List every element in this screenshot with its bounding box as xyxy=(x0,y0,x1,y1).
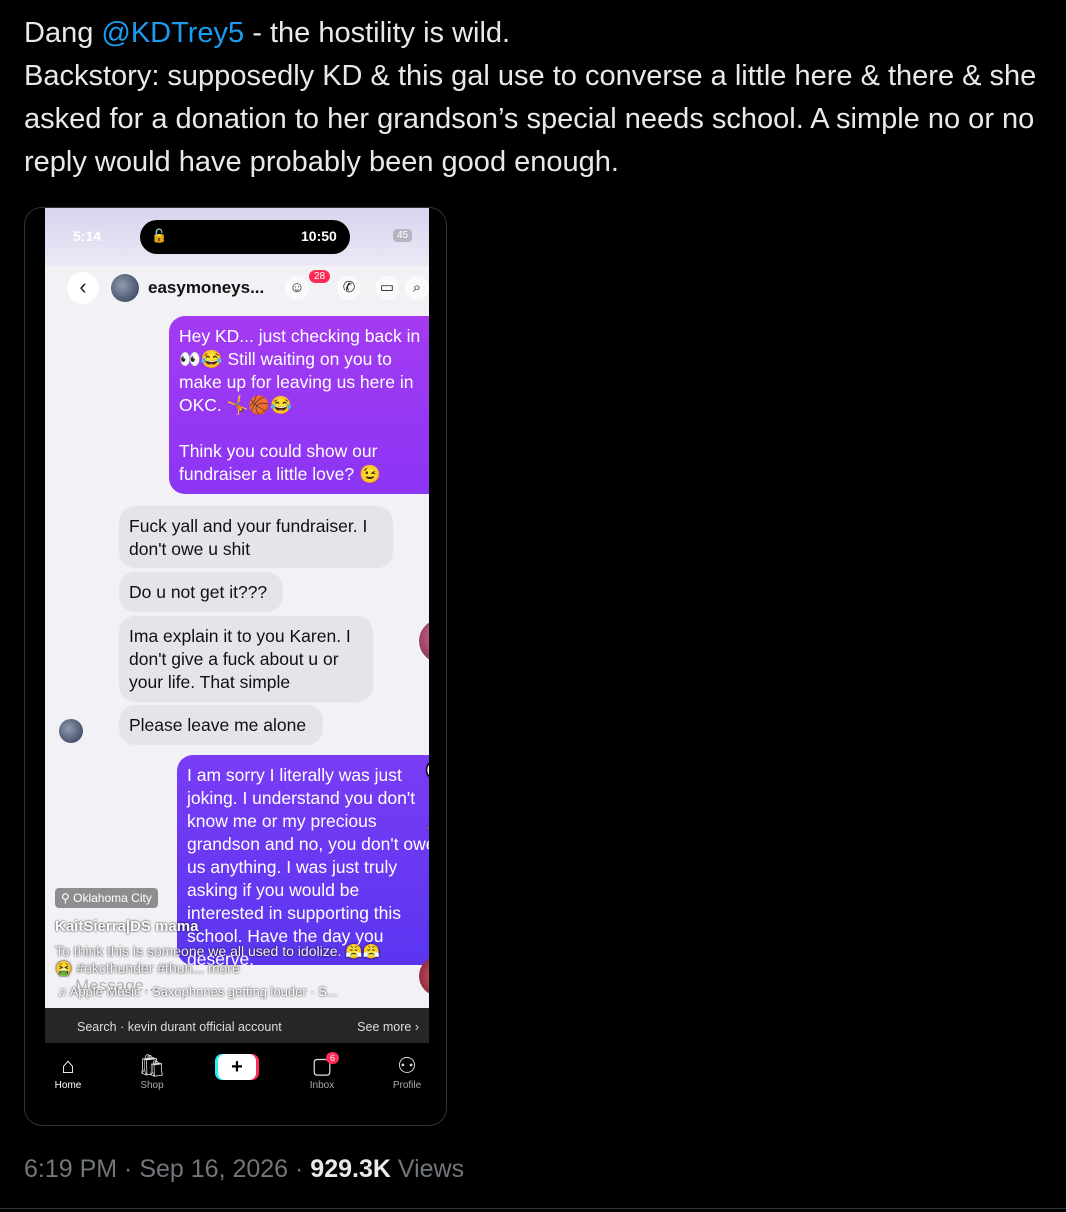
save-count: 54 xyxy=(421,858,429,869)
sender-avatar xyxy=(59,719,83,743)
message-bubble-outgoing: I am sorry I literally was just joking. … xyxy=(177,755,429,969)
nav-profile-label: Profile xyxy=(392,1080,422,1091)
comment-icon[interactable]: 💬 xyxy=(423,758,429,787)
tweet-time[interactable]: 6:19 PM xyxy=(24,1155,117,1183)
video-caption[interactable]: To think this is someone we all used to … xyxy=(55,943,385,977)
location-label: Oklahoma City xyxy=(73,891,152,905)
profile-icon: ⚇ xyxy=(397,1053,417,1078)
nav-profile[interactable]: ⚇ Profile xyxy=(377,1052,437,1091)
message-bubble-incoming: Ima explain it to you Karen. I don't giv… xyxy=(119,616,373,702)
meta-separator: · xyxy=(288,1155,311,1183)
message-bubble-incoming: Do u not get it??? xyxy=(119,572,283,612)
share-count: 422 xyxy=(421,922,429,933)
status-time: 10:50 xyxy=(301,228,337,244)
search-query: Search · kevin durant official account xyxy=(77,1020,282,1034)
battery-icon: 45 xyxy=(393,229,413,242)
see-more-label: See more xyxy=(357,1020,412,1034)
notification-badge: 28 xyxy=(309,270,331,283)
bookmark-icon[interactable]: 🔖 xyxy=(423,823,429,852)
mention-link[interactable]: @KDTrey5 xyxy=(101,17,244,49)
tweet-text-prefix: Dang xyxy=(24,17,102,49)
status-bar: 5:14 🔓 10:50 45 xyxy=(45,208,429,266)
bottom-nav: ⌂ Home 🛍 Shop + ▢ 6 Inbox ⚇ Profile xyxy=(25,1046,446,1106)
plus-icon: + xyxy=(218,1054,256,1080)
creator-username[interactable]: KaitSierra|DS mama xyxy=(55,918,198,935)
inbox-badge: 6 xyxy=(326,1052,340,1064)
heart-icon[interactable]: ♡ xyxy=(423,692,429,721)
nav-home-label: Home xyxy=(54,1080,82,1091)
creator-avatar[interactable] xyxy=(418,618,429,664)
tweet-media-video[interactable]: 5:14 🔓 10:50 45 ‹ easymoneys... ☺ 28 ✆ ▭… xyxy=(24,207,447,1126)
create-button[interactable]: + xyxy=(207,1052,267,1080)
home-icon: ⌂ xyxy=(61,1053,75,1078)
like-count: 566 xyxy=(421,728,429,739)
tweet-line-1: Dang @KDTrey5 - the hostility is wild. xyxy=(24,12,1044,55)
see-more-link[interactable]: See more › xyxy=(357,1020,419,1034)
nav-home[interactable]: ⌂ Home xyxy=(38,1052,98,1091)
search-icon[interactable]: ⌕ xyxy=(405,276,429,300)
lock-icon: 🔓 xyxy=(151,228,168,243)
tweet-text-suffix: - the hostility is wild. xyxy=(244,17,511,49)
location-tag[interactable]: ⚲ Oklahoma City xyxy=(55,888,158,908)
comment-count: 122 xyxy=(421,793,429,804)
shop-bag-icon: 🛍 xyxy=(138,1053,166,1078)
chat-name[interactable]: easymoneys... xyxy=(148,278,264,298)
views-label: Views xyxy=(390,1155,465,1183)
message-bubble-incoming: Fuck yall and your fundraiser. I don't o… xyxy=(119,506,393,568)
music-label[interactable]: ♫ Apple Music · Saxophones getting loude… xyxy=(57,984,338,999)
meta-separator: · xyxy=(117,1155,140,1183)
nav-inbox[interactable]: ▢ 6 Inbox xyxy=(292,1052,352,1091)
views-count[interactable]: 929.3K xyxy=(310,1155,391,1183)
nav-shop[interactable]: 🛍 Shop xyxy=(122,1052,182,1091)
music-text: Apple Music · Saxophones getting louder … xyxy=(69,984,338,999)
status-time-left: 5:14 xyxy=(73,228,102,244)
share-icon[interactable]: ➦ xyxy=(423,888,429,917)
video-call-icon[interactable]: ▭ xyxy=(375,276,399,300)
back-arrow-icon[interactable]: ‹ xyxy=(67,272,99,304)
nav-shop-label: Shop xyxy=(140,1080,164,1091)
tweet-date[interactable]: Sep 16, 2026 xyxy=(139,1155,288,1183)
inbox-icon: ▢ xyxy=(311,1053,333,1078)
nav-inbox-label: Inbox xyxy=(309,1080,335,1091)
tweet-meta: 6:19 PM · Sep 16, 2026 · 929.3K Views xyxy=(24,1155,464,1184)
message-bubble-incoming: Please leave me alone xyxy=(119,705,323,745)
tweet-text: Dang @KDTrey5 - the hostility is wild. B… xyxy=(24,12,1044,184)
stickers-icon[interactable]: ☺ xyxy=(285,276,309,300)
divider xyxy=(0,1208,1066,1209)
message-bubble-outgoing: Hey KD... just checking back in 👀😂 Still… xyxy=(169,316,429,494)
chat-header: ‹ easymoneys... ☺ 28 ✆ ▭ ⌕ xyxy=(45,270,429,310)
search-bar[interactable]: Search · kevin durant official account S… xyxy=(45,1008,429,1043)
tweet-body: Backstory: supposedly KD & this gal use … xyxy=(24,60,1037,178)
avatar[interactable] xyxy=(111,274,139,302)
phone-icon[interactable]: ✆ xyxy=(337,276,361,300)
tiktok-video-frame[interactable]: 5:14 🔓 10:50 45 ‹ easymoneys... ☺ 28 ✆ ▭… xyxy=(45,208,429,1043)
